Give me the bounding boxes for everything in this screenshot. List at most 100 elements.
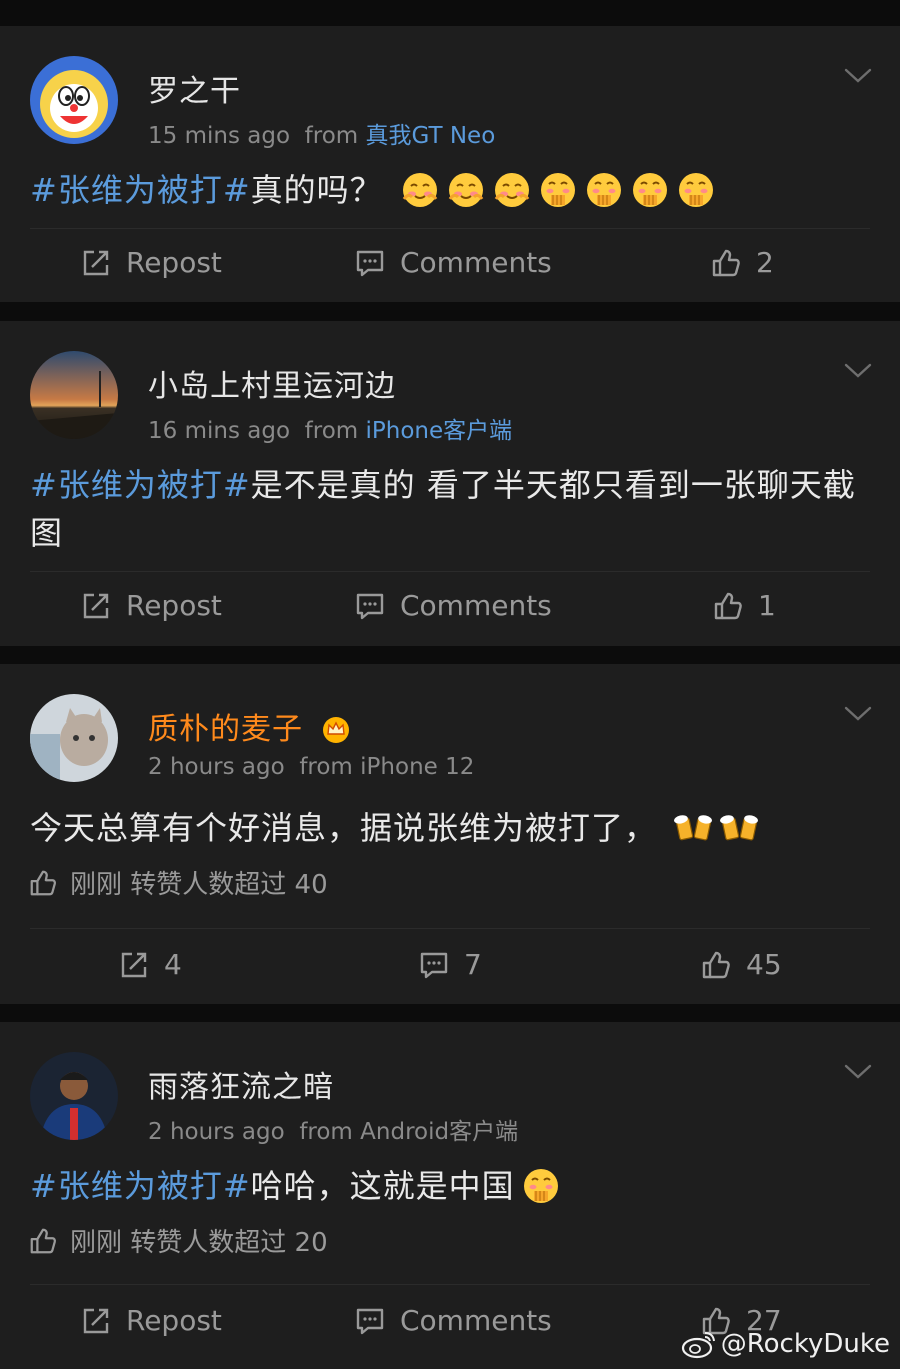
like-count: 2: [756, 246, 774, 279]
repost-label: Repost: [126, 589, 222, 622]
crown-icon: [322, 717, 349, 743]
divider: [30, 1284, 870, 1285]
repost-label: Repost: [126, 246, 222, 279]
like-hint: 刚刚 转赞人数超过 40: [28, 864, 328, 901]
post-meta: 15 mins ago from 真我GT Neo: [148, 116, 495, 150]
topic-link[interactable]: #张维为被打#: [30, 466, 251, 504]
post-source: iPhone 12: [360, 754, 475, 780]
post-text: 真的吗？: [250, 171, 383, 209]
post-meta: 2 hours ago from Android客户端: [148, 1112, 518, 1146]
from-label: from: [304, 418, 359, 444]
chevron-down-icon[interactable]: [844, 706, 872, 722]
post-content: #张维为被打#哈哈，这就是中国: [30, 1162, 870, 1210]
like-count: 1: [758, 589, 776, 622]
repost-button[interactable]: Repost: [80, 1304, 222, 1337]
repost-button[interactable]: Repost: [80, 246, 222, 279]
repost-icon: [118, 949, 150, 981]
giggle-face-icon: [538, 169, 578, 209]
weibo-logo-icon: [681, 1332, 715, 1359]
repost-icon: [80, 247, 112, 279]
post-source[interactable]: 真我GT Neo: [365, 123, 495, 149]
avatar[interactable]: [30, 56, 118, 144]
blush-face-icon: [400, 169, 440, 209]
watermark-text: @RockyDuke: [720, 1329, 890, 1359]
like-button[interactable]: 1: [712, 589, 776, 622]
repost-button[interactable]: Repost: [80, 589, 222, 622]
chevron-down-icon[interactable]: [844, 1064, 872, 1080]
thumbs-up-icon: [700, 949, 732, 981]
username[interactable]: 雨落狂流之暗: [148, 1062, 334, 1106]
blush-face-icon: [446, 169, 486, 209]
from-label: from: [299, 1119, 353, 1145]
divider: [30, 571, 870, 572]
username[interactable]: 质朴的麦子: [148, 704, 352, 748]
repost-icon: [80, 1305, 112, 1337]
repost-count: 4: [164, 948, 182, 981]
comment-count: 7: [464, 948, 482, 981]
beer-cheers-icon: [720, 807, 760, 847]
comment-icon: [354, 247, 386, 279]
thumbs-up-icon: [710, 247, 742, 279]
comments-button[interactable]: Comments: [354, 589, 552, 622]
post-meta: 16 mins ago from iPhone客户端: [148, 411, 512, 445]
chevron-down-icon[interactable]: [844, 68, 872, 84]
comments-button[interactable]: 7: [418, 948, 482, 981]
comments-button[interactable]: Comments: [354, 246, 552, 279]
divider: [30, 928, 870, 929]
post-time: 16 mins ago: [148, 418, 291, 444]
topic-link[interactable]: #张维为被打#: [30, 1167, 251, 1205]
comments-label: Comments: [400, 246, 552, 279]
repost-button[interactable]: 4: [118, 948, 182, 981]
like-count: 45: [746, 948, 782, 981]
like-hint: 刚刚 转赞人数超过 20: [28, 1222, 328, 1259]
like-button[interactable]: 45: [700, 948, 782, 981]
post-source: Android客户端: [360, 1119, 519, 1145]
divider: [30, 228, 870, 229]
from-label: from: [304, 123, 359, 149]
beer-cheers-icon: [674, 807, 714, 847]
comments-button[interactable]: Comments: [354, 1304, 552, 1337]
post-card: 雨落狂流之暗 2 hours ago from Android客户端 #张维为被…: [0, 1022, 900, 1369]
giggle-face-icon: [676, 169, 716, 209]
username[interactable]: 罗之干: [148, 66, 241, 110]
blush-face-icon: [492, 169, 532, 209]
giggle-face-icon: [630, 169, 670, 209]
giggle-face-icon: [584, 169, 624, 209]
chevron-down-icon[interactable]: [844, 363, 872, 379]
post-content: #张维为被打#是不是真的 看了半天都只看到一张聊天截图: [30, 461, 870, 557]
watermark: @RockyDuke: [681, 1329, 890, 1359]
repost-label: Repost: [126, 1304, 222, 1337]
post-content: 今天总算有个好消息，据说张维为被打了，: [30, 804, 870, 852]
post-card: 罗之干 15 mins ago from 真我GT Neo #张维为被打#真的吗…: [0, 26, 900, 302]
topic-link[interactable]: #张维为被打#: [30, 171, 251, 209]
post-card: 小岛上村里运河边 16 mins ago from iPhone客户端 #张维为…: [0, 321, 900, 646]
avatar[interactable]: [30, 351, 118, 439]
comment-icon: [418, 949, 450, 981]
thumbs-up-icon: [28, 868, 58, 898]
comment-icon: [354, 1305, 386, 1337]
like-hint-text: 刚刚 转赞人数超过 40: [70, 870, 328, 900]
giggle-face-icon: [521, 1165, 561, 1205]
comments-label: Comments: [400, 1304, 552, 1337]
comment-icon: [354, 590, 386, 622]
username-text: 质朴的麦子: [148, 712, 303, 747]
post-card: 质朴的麦子 2 hours ago from iPhone 12 今天总算有个好…: [0, 664, 900, 1004]
repost-icon: [80, 590, 112, 622]
avatar[interactable]: [30, 1052, 118, 1140]
avatar[interactable]: [30, 694, 118, 782]
comments-label: Comments: [400, 589, 552, 622]
post-time: 15 mins ago: [148, 123, 291, 149]
username[interactable]: 小岛上村里运河边: [148, 361, 396, 405]
post-content: #张维为被打#真的吗？: [30, 166, 870, 214]
from-label: from: [299, 754, 353, 780]
post-source[interactable]: iPhone客户端: [365, 418, 512, 444]
post-time: 2 hours ago: [148, 754, 285, 780]
like-button[interactable]: 2: [710, 246, 774, 279]
post-text: 今天总算有个好消息，据说张维为被打了，: [30, 809, 658, 847]
thumbs-up-icon: [712, 590, 744, 622]
post-meta: 2 hours ago from iPhone 12: [148, 754, 474, 780]
thumbs-up-icon: [28, 1226, 58, 1256]
post-time: 2 hours ago: [148, 1119, 285, 1145]
post-text: 哈哈，这就是中国: [250, 1167, 515, 1205]
like-hint-text: 刚刚 转赞人数超过 20: [70, 1228, 328, 1258]
